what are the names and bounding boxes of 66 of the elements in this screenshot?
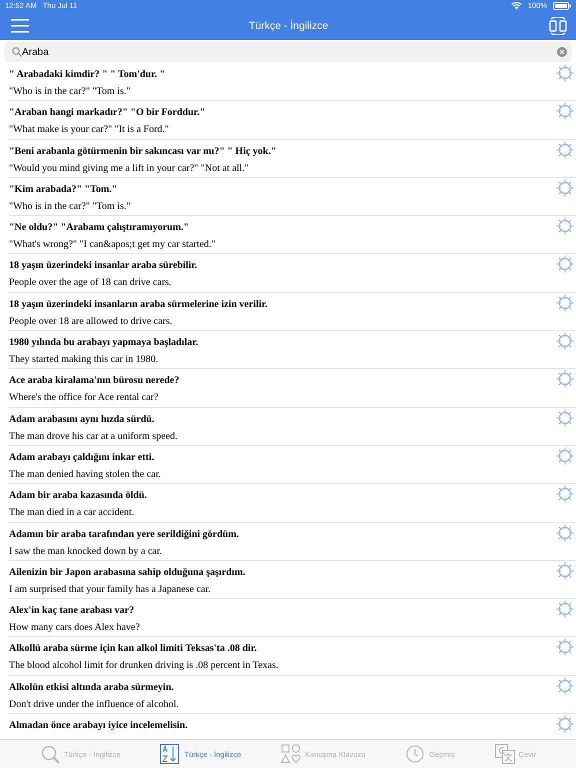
translation-text: Don't drive under the influence of alcohol.: [9, 698, 179, 710]
source-sentence[interactable]: "Kim arabada?" "Tom.": [9, 184, 130, 195]
source-sentence[interactable]: Adam arabasını aynı hızda sürdü.: [9, 414, 178, 425]
swap-book-icon[interactable]: [548, 16, 568, 34]
source-sentence[interactable]: "Beni arabanla götürmenin bir sakıncası var mı?" " Hiç yok.": [9, 146, 276, 157]
history-icon: [405, 744, 426, 764]
translation-text: The blood alcohol limit for drunken driving is .08 percent in Texas.: [9, 660, 278, 672]
source-sentence[interactable]: Almadan önce arabayı iyice incelemelisin.: [9, 720, 188, 732]
wifi-icon: [510, 2, 522, 10]
burst-icon[interactable]: [556, 408, 574, 427]
burst-icon[interactable]: [556, 102, 574, 120]
nav-title: Türkçe - İngilizce: [248, 20, 328, 32]
source-sentence[interactable]: Adam bir araba kazasında öldü.: [9, 490, 147, 502]
search-icon: [40, 744, 60, 764]
translation-text: People over the age of 18 can drive cars.: [9, 277, 172, 288]
burst-icon[interactable]: [556, 600, 574, 618]
burst-icon[interactable]: [556, 370, 574, 388]
search-field[interactable]: Araba: [4, 42, 572, 62]
source-sentence[interactable]: Ailenizin bir Japon arabasına sahip olduğuna şaşırdım.: [9, 566, 246, 578]
burst-icon[interactable]: [556, 562, 574, 580]
translation-text: "What make is your car?" "It is a Ford.": [9, 124, 170, 136]
source-sentence[interactable]: Alkollü araba sürme için kan alkol limiti Teksas'ta .08 dir.: [9, 643, 278, 654]
source-sentence[interactable]: 18 yaşın üzerindeki insanlar araba sürebilir.: [9, 260, 198, 272]
translation-text: People over 18 are allowed to drive cars.: [9, 316, 174, 327]
burst-icon[interactable]: [556, 64, 574, 82]
source-sentence[interactable]: Adam arabayı çaldığını inkar etti.: [9, 452, 161, 463]
burst-icon[interactable]: [556, 332, 574, 350]
search-icon: [12, 47, 22, 57]
menu-icon[interactable]: [11, 18, 29, 32]
shapes-icon: [280, 744, 301, 764]
translation-text: I saw the man knocked down by a car.: [9, 546, 164, 557]
source-sentence[interactable]: 1980 yılında bu arabayı yapmaya başladılar.: [9, 337, 198, 348]
translation-text: How many cars does Alex have?: [9, 622, 140, 634]
translation-text: "Who is in the car?" "Tom is.": [9, 200, 130, 212]
source-sentence[interactable]: Alkolün etkisi altında araba sürmeyin.: [9, 682, 179, 693]
source-sentence[interactable]: 18 yaşın üzerindeki insanların araba sürmelerine izin verilir.: [9, 298, 268, 310]
source-sentence[interactable]: "Ne oldu?" "Arabamı çalıştıramıyorum.": [9, 222, 216, 234]
source-sentence[interactable]: "Araban hangi markadır?" "O bir Forddur.": [9, 107, 206, 118]
burst-icon[interactable]: [556, 676, 574, 695]
source-sentence[interactable]: " Arabadaki kimdir? " " Tom'dur. ": [9, 69, 166, 80]
az-icon: [160, 744, 180, 764]
burst-icon[interactable]: [556, 446, 574, 465]
translation-text: I am surprised that your family has a Japanese car.: [9, 584, 212, 595]
source-sentence[interactable]: Alex'in kaç tane arabası var?: [9, 605, 140, 616]
translation-text: "Who is in the car?" "Tom is.": [9, 86, 132, 97]
source-sentence[interactable]: Adamın bir araba tarafından yere serildiğini gördüm.: [9, 528, 239, 540]
burst-icon[interactable]: [556, 715, 574, 734]
translation-text: They started making this car in 1980.: [9, 354, 160, 366]
translation-text: The man drove his car at a uniform speed.: [9, 430, 178, 442]
burst-icon[interactable]: [556, 255, 574, 274]
battery-icon: [553, 2, 571, 10]
translation-text: The man died in a car accident.: [9, 507, 136, 518]
burst-icon[interactable]: [556, 140, 574, 159]
translate-icon: [494, 744, 515, 764]
translation-text: "What's wrong?" "I can&apos;t get my car started.": [9, 239, 216, 250]
burst-icon[interactable]: [556, 638, 574, 656]
clear-icon[interactable]: [557, 47, 567, 57]
burst-icon[interactable]: [556, 217, 574, 236]
burst-icon[interactable]: [556, 178, 574, 197]
burst-icon[interactable]: [556, 524, 574, 542]
source-sentence[interactable]: Ace araba kiralama'nın bürosu nerede?: [9, 375, 180, 386]
translation-text: "Would you mind giving me a lift in your car?" "Not at all.": [9, 162, 250, 174]
burst-icon[interactable]: [556, 485, 574, 504]
translation-text: Where's the office for Ace rental car?: [9, 392, 160, 404]
translation-text: The man denied having stolen the car.: [9, 468, 161, 480]
burst-icon[interactable]: [556, 294, 574, 312]
